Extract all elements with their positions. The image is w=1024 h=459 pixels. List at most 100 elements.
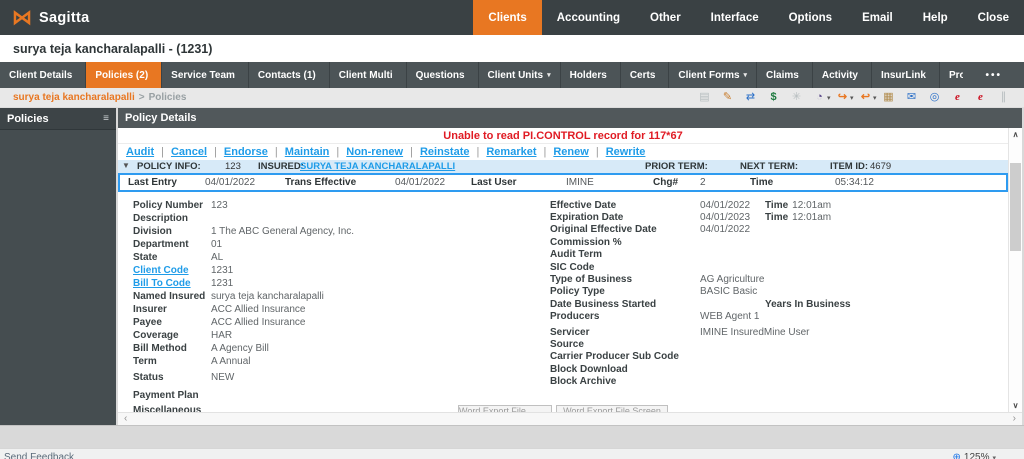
tab-label: Holders — [569, 69, 607, 81]
quote-icon[interactable]: e — [973, 90, 995, 105]
menu-item[interactable]: Interface — [696, 0, 774, 35]
doc-search-icon[interactable]: ◎ — [927, 90, 949, 105]
import-icon[interactable]: ↩ ▾ — [858, 90, 880, 105]
field-label: Source — [550, 338, 584, 350]
menu-item[interactable]: Clients — [473, 0, 542, 35]
scroll-up-icon[interactable]: ∧ — [1009, 128, 1022, 141]
field-row: Effective Date 04/01/2022 Time 12:01am — [550, 199, 1008, 211]
field-label: Named Insured — [133, 291, 206, 302]
policy-details-panel: Policy Details Unable to read PI.CONTROL… — [118, 108, 1022, 425]
field-row: Bill To Code 1231 — [133, 277, 550, 290]
tab[interactable]: Client Multi — [330, 62, 407, 88]
field-row: State AL — [133, 251, 550, 264]
field-value: ACC Allied Insurance — [211, 304, 306, 315]
collapse-triangle-icon[interactable]: ▼ — [122, 161, 130, 170]
field-value: WEB Agent 1 — [700, 311, 760, 323]
tab[interactable]: InsurLink — [872, 62, 940, 88]
scrollbar-track[interactable] — [1009, 141, 1022, 399]
zoom-icon: ⊕ — [952, 452, 961, 459]
action-link[interactable]: Reinstate — [403, 146, 470, 158]
action-link[interactable]: Renew — [537, 146, 588, 158]
action-link[interactable]: Remarket — [470, 146, 536, 158]
field-row: Term A Annual — [133, 355, 550, 368]
tab-overflow-button[interactable]: ••• — [963, 62, 1024, 88]
menu-item-label: Clients — [488, 11, 527, 24]
word-export-button[interactable]: Word Export File Screen — [556, 405, 668, 412]
next-term-label: NEXT TERM: — [740, 161, 799, 172]
last-user-value: IMINE — [566, 177, 594, 188]
breadcrumb-separator: > — [138, 92, 145, 103]
menu-item[interactable]: Email — [847, 0, 908, 35]
action-link[interactable]: Maintain — [268, 146, 330, 158]
action-link[interactable]: Audit — [126, 146, 154, 158]
field-row: Bill Method A Agency Bill — [133, 342, 550, 355]
attach-icon[interactable]: ✳ — [789, 90, 811, 105]
export-icon[interactable]: ↪ ▾ — [835, 90, 857, 105]
trans-effective-label: Trans Effective — [285, 177, 357, 188]
menu-item[interactable]: Help — [908, 0, 963, 35]
field-value: surya teja kancharalapalli — [211, 291, 324, 302]
tab[interactable]: Holders — [561, 62, 621, 88]
tab[interactable]: Questions — [407, 62, 479, 88]
scroll-down-icon[interactable]: ∨ — [1009, 399, 1022, 412]
tab-label: Client Forms — [678, 69, 740, 81]
tab[interactable]: Claims — [757, 62, 813, 88]
money-icon[interactable]: $ — [766, 90, 788, 105]
menu-item-label: Interface — [710, 11, 759, 24]
field-value: AL — [211, 252, 224, 263]
tab[interactable]: Client Forms ▾ — [669, 62, 758, 88]
last-entry-row[interactable]: Last Entry 04/01/2022 Trans Effective 04… — [118, 173, 1008, 192]
field-label: Bill Method — [133, 343, 187, 354]
field-label: State — [133, 252, 158, 263]
vertical-scrollbar[interactable]: ∧ ∨ — [1008, 128, 1022, 412]
tab[interactable]: Client Units ▾ — [479, 62, 561, 88]
menu-item[interactable]: Close — [963, 0, 1024, 35]
scroll-right-icon[interactable]: › — [1013, 414, 1016, 424]
panel-content: Unable to read PI.CONTROL record for 117… — [118, 128, 1008, 412]
login-icon[interactable]: ∥ — [996, 90, 1018, 105]
field-label: Commission % — [550, 236, 622, 248]
edit-icon[interactable]: ✎ — [720, 90, 742, 105]
action-link[interactable]: Cancel — [154, 146, 207, 158]
tab[interactable]: Contacts (1) — [249, 62, 330, 88]
field-row: Coverage HAR — [133, 329, 550, 342]
menu-item[interactable]: Accounting — [542, 0, 635, 35]
insured-name-link[interactable]: SURYA TEJA KANCHARALAPALLI — [300, 161, 455, 172]
tab[interactable]: Certs — [621, 62, 670, 88]
scrollbar-thumb[interactable] — [1010, 163, 1021, 251]
menu-item[interactable]: Options — [774, 0, 847, 35]
word-export-button[interactable]: Word Export File Screen — [458, 405, 552, 412]
field-value: BASIC Basic — [700, 286, 758, 298]
schedule-icon[interactable]: ◔ ▾ — [812, 90, 834, 105]
inquiry-icon[interactable]: e — [950, 90, 972, 105]
save-icon[interactable]: ▤ — [697, 90, 719, 105]
horizontal-scrollbar[interactable]: ‹ › — [118, 412, 1022, 425]
action-link[interactable]: Rewrite — [589, 146, 646, 158]
field-extra-label: Time — [765, 212, 789, 224]
action-link[interactable]: Non-renew — [329, 146, 403, 158]
breadcrumb-client-link[interactable]: surya teja kancharalapalli — [13, 92, 135, 103]
field-label: Insurer — [133, 304, 167, 315]
tab[interactable]: Client Details — [0, 62, 87, 88]
field-value: 01 — [211, 239, 223, 250]
tab[interactable]: Activity — [813, 62, 872, 88]
insured-label: INSURED: — [258, 161, 304, 172]
email-icon[interactable]: ✉ — [904, 90, 926, 105]
forms-transfer-icon[interactable]: ⇄ — [743, 90, 765, 105]
outline-toggle-icon[interactable]: ≡ — [103, 113, 109, 124]
tab[interactable]: Policies (2) — [86, 62, 163, 88]
field-row: Division 1 The ABC General Agency, Inc. — [133, 225, 550, 238]
scroll-left-icon[interactable]: ‹ — [124, 414, 127, 424]
item-id-value: 4679 — [870, 161, 892, 172]
feedback-link[interactable]: Send Feedback — [4, 452, 74, 459]
field-value: HAR — [211, 330, 233, 341]
field-label: Date Business Started — [550, 298, 657, 310]
tab[interactable]: Service Team — [162, 62, 249, 88]
menu-item[interactable]: Other — [635, 0, 696, 35]
action-link[interactable]: Endorse — [207, 146, 268, 158]
field-row: Servicer IMINE InsuredMine User — [550, 326, 1008, 338]
field-value: IMINE InsuredMine User — [700, 326, 810, 338]
menu-item-label: Email — [862, 11, 893, 24]
trx-icon[interactable]: ▦ — [881, 90, 903, 105]
zoom-indicator[interactable]: ⊕ 125% ▾ — [953, 452, 996, 459]
